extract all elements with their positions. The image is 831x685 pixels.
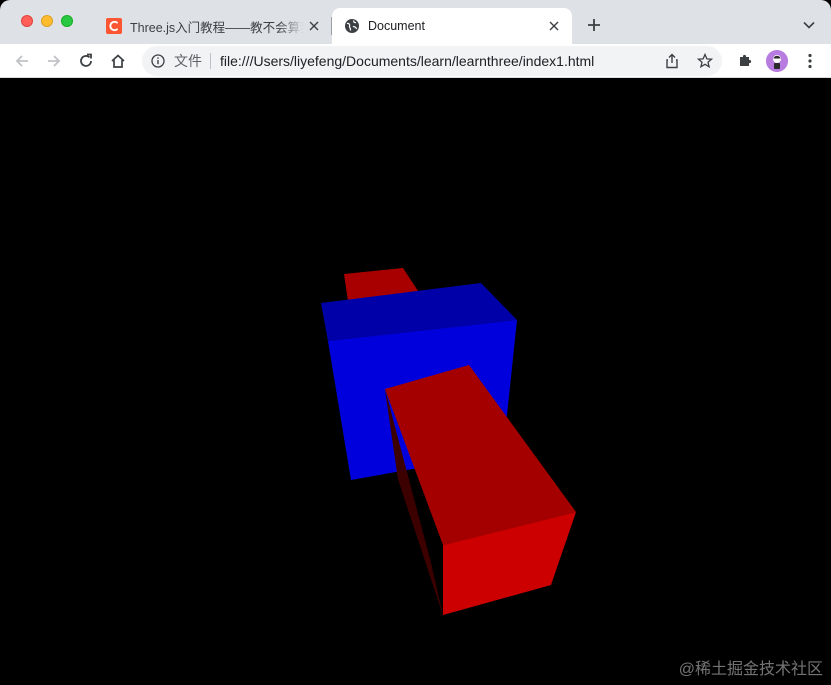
kebab-menu-icon [808, 53, 812, 69]
zoom-window-button[interactable] [61, 15, 73, 27]
home-icon [111, 54, 125, 68]
plus-icon [588, 19, 600, 31]
tab-title: Three.js入门教程——教不会算我 [130, 20, 304, 35]
back-arrow-icon [15, 55, 28, 67]
tab-title: Document [368, 19, 425, 33]
reload-icon [80, 53, 92, 67]
omnibox-separator [210, 53, 211, 69]
puzzle-icon [740, 54, 752, 66]
scheme-label: 文件 [174, 53, 202, 69]
address-bar[interactable]: 文件 file:///Users/liyefeng/Documents/lear… [142, 46, 722, 76]
watermark: @稀土掘金技术社区 [678, 661, 823, 678]
url-text[interactable]: file:///Users/liyefeng/Documents/learn/l… [220, 53, 594, 69]
close-window-button[interactable] [21, 15, 33, 27]
chevron-down-icon [803, 21, 815, 29]
share-icon[interactable] [660, 49, 684, 73]
tab-strip: Three.js入门教程——教不会算我 Document [0, 0, 831, 44]
toolbar: 文件 file:///Users/liyefeng/Documents/lear… [0, 44, 831, 78]
tab-search-button[interactable] [797, 13, 821, 37]
csdn-c-icon [106, 18, 122, 34]
minimize-window-button[interactable] [41, 15, 53, 27]
extensions-button[interactable] [731, 47, 759, 75]
browser-window: Three.js入门教程——教不会算我 Document 文件 file:///… [0, 0, 831, 685]
tab-document[interactable]: Document [332, 8, 572, 44]
forward-arrow-icon [48, 55, 61, 67]
reload-button[interactable] [72, 47, 100, 75]
tab-threejs-tutorial[interactable]: Three.js入门教程——教不会算我 [96, 8, 332, 44]
avatar-icon [766, 50, 788, 72]
profile-avatar[interactable] [766, 50, 788, 72]
site-info-icon[interactable] [150, 53, 166, 69]
chrome-menu-button[interactable] [796, 47, 824, 75]
threejs-canvas[interactable] [0, 79, 831, 685]
close-tab-icon[interactable] [304, 16, 324, 36]
globe-icon [344, 18, 360, 34]
webgl-viewport[interactable]: @稀土掘金技术社区 [0, 79, 831, 685]
home-button[interactable] [104, 47, 132, 75]
new-tab-button[interactable] [582, 13, 606, 37]
close-tab-icon[interactable] [544, 16, 564, 36]
bookmark-star-icon[interactable] [693, 49, 717, 73]
forward-button[interactable] [40, 47, 68, 75]
back-button[interactable] [8, 47, 36, 75]
